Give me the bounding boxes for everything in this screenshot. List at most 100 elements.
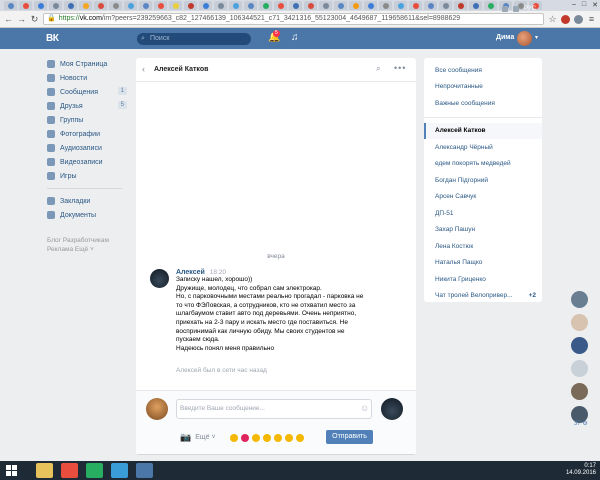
emoji-icon[interactable]	[262, 433, 271, 442]
conversation-item[interactable]: Никита Гриценко	[424, 271, 542, 288]
extension-icon[interactable]	[574, 14, 583, 24]
browser-tab[interactable]	[484, 1, 497, 10]
sidebar-item[interactable]: Видеозаписи	[47, 155, 127, 169]
browser-tab[interactable]	[394, 1, 407, 10]
clock[interactable]: 0:17 14.09.2016	[566, 463, 596, 477]
sidebar-item[interactable]: Сообщения 1	[47, 85, 127, 99]
sidebar-item[interactable]: Аудиозаписи	[47, 141, 127, 155]
emoji-icon[interactable]	[240, 433, 249, 442]
user-avatar[interactable]	[517, 31, 532, 46]
browser-tab[interactable]	[454, 1, 467, 10]
taskbar-app-icon[interactable]	[36, 463, 53, 478]
browser-tab[interactable]	[49, 1, 62, 10]
chat-avatar[interactable]	[571, 291, 588, 308]
smile-icon[interactable]: ☺	[360, 403, 369, 413]
side-count[interactable]: 37 ⚙	[574, 420, 588, 427]
browser-tab[interactable]	[364, 1, 377, 10]
sender-avatar[interactable]	[150, 269, 169, 288]
emoji-icon[interactable]	[251, 433, 260, 442]
browser-tab[interactable]	[439, 1, 452, 10]
search-icon[interactable]: ⌕	[376, 64, 380, 74]
browser-tab[interactable]	[94, 1, 107, 10]
star-icon[interactable]: ☆	[548, 14, 557, 25]
menu-icon[interactable]: ≡	[587, 14, 596, 24]
filter-item[interactable]: Все сообщения	[424, 62, 542, 79]
browser-tab[interactable]	[64, 1, 77, 10]
maximize-icon[interactable]: □	[582, 1, 586, 9]
conversation-item[interactable]: Захар Пашун	[424, 222, 542, 239]
sidebar-item[interactable]: Моя Страница	[47, 57, 127, 71]
browser-tab[interactable]	[244, 1, 257, 10]
conversation-item[interactable]: Наталья Пащко	[424, 255, 542, 272]
windows-start-icon[interactable]	[6, 465, 18, 476]
taskbar-app-icon[interactable]	[111, 463, 128, 478]
browser-tab[interactable]	[304, 1, 317, 10]
conversation-item[interactable]: ДП-51	[424, 205, 542, 222]
taskbar-app-icon[interactable]	[86, 463, 103, 478]
browser-tab[interactable]	[154, 1, 167, 10]
browser-tab[interactable]	[34, 1, 47, 10]
emoji-icon[interactable]	[295, 433, 304, 442]
browser-tab[interactable]	[424, 1, 437, 10]
filter-item[interactable]: Важные сообщения	[424, 95, 542, 112]
sidebar-item[interactable]: Новости	[47, 71, 127, 85]
chat-avatar[interactable]	[571, 360, 588, 377]
browser-tab[interactable]	[259, 1, 272, 10]
browser-tab[interactable]	[379, 1, 392, 10]
more-options-icon[interactable]: •••	[394, 63, 406, 73]
chat-avatar[interactable]	[571, 383, 588, 400]
taskbar-app-icon[interactable]	[136, 463, 153, 478]
chat-title[interactable]: Алексей Катков	[154, 66, 208, 73]
recipient-avatar[interactable]	[381, 398, 403, 420]
chat-avatar[interactable]	[571, 337, 588, 354]
minimize-icon[interactable]: –	[572, 1, 576, 9]
browser-tab[interactable]	[184, 1, 197, 10]
browser-tab[interactable]	[334, 1, 347, 10]
browser-tab[interactable]	[139, 1, 152, 10]
extension-icon[interactable]	[561, 14, 570, 24]
chat-avatar[interactable]	[571, 314, 588, 331]
forward-arrow-icon[interactable]: →	[17, 14, 26, 24]
emoji-icon[interactable]	[229, 433, 238, 442]
language-indicator[interactable]: РУС	[524, 6, 536, 12]
conversation-item[interactable]: Чат тролей Велопривер... +2	[424, 288, 542, 305]
conversation-item[interactable]: Арсен Савчук	[424, 189, 542, 206]
back-arrow-icon[interactable]: ←	[4, 14, 13, 24]
music-icon[interactable]: ♫	[291, 32, 299, 43]
network-icon[interactable]	[502, 6, 508, 12]
footer-links[interactable]: Блог Разработчикам Реклама Ещё ˅	[47, 236, 127, 254]
browser-tab[interactable]	[19, 1, 32, 10]
conversation-item[interactable]: Лена Костюк	[424, 238, 542, 255]
browser-tab[interactable]	[229, 1, 242, 10]
message-input[interactable]: Введите Ваше сообщение...	[176, 399, 372, 419]
browser-tab[interactable]	[214, 1, 227, 10]
send-button[interactable]: Отправить	[326, 430, 373, 444]
sidebar-item[interactable]: Документы	[47, 208, 127, 222]
conversation-item[interactable]: едем покорять медведей	[424, 156, 542, 173]
browser-tab[interactable]	[289, 1, 302, 10]
reload-icon[interactable]: ↻	[30, 14, 39, 25]
conversation-item[interactable]: Александр Чёрный	[424, 139, 542, 156]
notifications-bell-icon[interactable]: 🔔 5	[268, 30, 280, 43]
volume-icon[interactable]	[513, 6, 519, 12]
back-chevron-icon[interactable]: ‹	[142, 64, 145, 74]
sidebar-item[interactable]: Закладки	[47, 194, 127, 208]
browser-tab[interactable]	[319, 1, 332, 10]
close-icon[interactable]: ✕	[592, 1, 598, 9]
message-author[interactable]: Алексей	[176, 269, 205, 276]
conversation-item[interactable]: Алексей Катков	[424, 122, 542, 139]
sidebar-item[interactable]: Друзья 5	[47, 99, 127, 113]
browser-tab[interactable]	[409, 1, 422, 10]
browser-tab[interactable]	[79, 1, 92, 10]
url-input[interactable]: 🔒 https://vk.com/im?peers=239259663_c82_…	[43, 13, 544, 25]
taskbar-app-icon[interactable]	[61, 463, 78, 478]
browser-tab[interactable]	[4, 1, 17, 10]
conversation-item[interactable]: Богдан Підгорний	[424, 172, 542, 189]
browser-tab[interactable]	[469, 1, 482, 10]
browser-tab[interactable]	[124, 1, 137, 10]
emoji-icon[interactable]	[284, 433, 293, 442]
filter-item[interactable]: Непрочитанные	[424, 79, 542, 96]
sidebar-item[interactable]: Игры	[47, 169, 127, 183]
browser-tab[interactable]	[274, 1, 287, 10]
browser-tab[interactable]	[169, 1, 182, 10]
